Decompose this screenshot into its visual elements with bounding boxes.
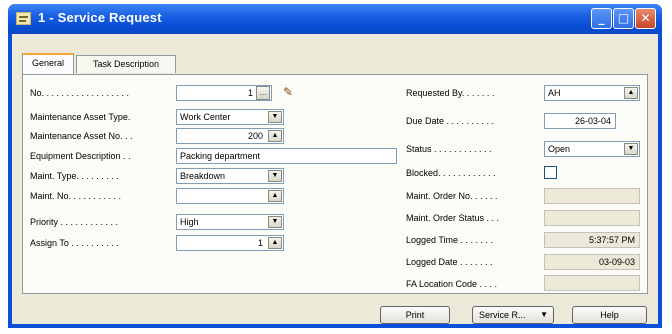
service-request-menu-button[interactable]: Service R... ▼ xyxy=(472,306,554,324)
minimize-button[interactable]: _ xyxy=(591,8,612,29)
lookup-arrow-icon[interactable]: ▲ xyxy=(268,130,282,142)
maint-type-label: Maint. Type. . . . . . . . . xyxy=(30,171,119,181)
form-icon xyxy=(16,12,31,25)
tab-general[interactable]: General xyxy=(22,53,74,74)
assign-to-field[interactable]: 1 ▲ xyxy=(176,235,284,251)
lookup-arrow-icon[interactable]: ▲ xyxy=(268,237,282,249)
maint-order-no-field xyxy=(544,188,640,204)
maintenance-asset-type-label: Maintenance Asset Type. xyxy=(30,112,131,122)
status-label: Status . . . . . . . . . . . . xyxy=(406,144,492,154)
maintenance-asset-no-field[interactable]: 200 ▲ xyxy=(176,128,284,144)
logged-date-field: 03-09-03 xyxy=(544,254,640,270)
logged-time-field: 5:37:57 PM xyxy=(544,232,640,248)
blocked-checkbox[interactable] xyxy=(544,166,557,179)
due-date-field[interactable]: 26-03-04 xyxy=(544,113,616,129)
maint-no-label: Maint. No. . . . . . . . . . . xyxy=(30,191,122,201)
blocked-label: Blocked. . . . . . . . . . . . xyxy=(406,168,496,178)
dropdown-arrow-icon[interactable]: ▼ xyxy=(624,143,638,155)
maint-order-status-field xyxy=(544,210,640,226)
pencil-icon[interactable]: ✎ xyxy=(281,85,295,99)
maintenance-asset-type-select[interactable]: Work Center ▼ xyxy=(176,109,284,125)
service-request-window: 1 - Service Request _ □ ✕ General Task D… xyxy=(8,4,662,328)
fa-location-code-label: FA Location Code . . . . xyxy=(406,279,498,289)
general-tab-panel: No. . . . . . . . . . . . . . . . . . 1 … xyxy=(22,74,648,294)
maint-order-no-label: Maint. Order No. . . . . . xyxy=(406,191,498,201)
lookup-arrow-icon[interactable]: ▲ xyxy=(268,190,282,202)
no-field[interactable]: 1 … xyxy=(176,85,272,101)
maximize-icon: □ xyxy=(617,11,630,25)
priority-select[interactable]: High ▼ xyxy=(176,214,284,230)
equipment-description-field[interactable]: Packing department xyxy=(176,148,397,164)
tab-task-description[interactable]: Task Description xyxy=(76,55,176,73)
no-label: No. . . . . . . . . . . . . . . . . . xyxy=(30,88,130,98)
assign-to-label: Assign To . . . . . . . . . . xyxy=(30,238,119,248)
dropdown-arrow-icon[interactable]: ▼ xyxy=(268,216,282,228)
close-icon: ✕ xyxy=(640,11,651,25)
maximize-button[interactable]: □ xyxy=(613,8,634,29)
equipment-description-label: Equipment Description . . xyxy=(30,151,131,161)
dropdown-arrow-icon[interactable]: ▼ xyxy=(268,111,282,123)
requested-by-field[interactable]: AH ▲ xyxy=(544,85,640,101)
assist-edit-icon[interactable]: … xyxy=(256,86,270,100)
maint-order-status-label: Maint. Order Status . . . xyxy=(406,213,500,223)
minimize-icon: _ xyxy=(598,11,605,25)
window-title: 1 - Service Request xyxy=(38,10,162,25)
maint-no-field[interactable]: ▲ xyxy=(176,188,284,204)
logged-time-label: Logged Time . . . . . . . xyxy=(406,235,494,245)
dropdown-arrow-icon: ▼ xyxy=(540,310,548,319)
due-date-label: Due Date . . . . . . . . . . xyxy=(406,116,495,126)
dropdown-arrow-icon[interactable]: ▼ xyxy=(268,170,282,182)
priority-label: Priority . . . . . . . . . . . . xyxy=(30,217,119,227)
close-button[interactable]: ✕ xyxy=(635,8,656,29)
maintenance-asset-no-label: Maintenance Asset No. . . xyxy=(30,131,133,141)
fa-location-code-field xyxy=(544,275,640,291)
title-bar[interactable]: 1 - Service Request _ □ ✕ xyxy=(8,4,662,34)
status-select[interactable]: Open ▼ xyxy=(544,141,640,157)
lookup-arrow-icon[interactable]: ▲ xyxy=(624,87,638,99)
print-button[interactable]: Print xyxy=(380,306,450,324)
form-client-area: General Task Description No. . . . . . .… xyxy=(12,34,658,324)
maint-type-select[interactable]: Breakdown ▼ xyxy=(176,168,284,184)
help-button[interactable]: Help xyxy=(572,306,647,324)
requested-by-label: Requested By. . . . . . . xyxy=(406,88,495,98)
logged-date-label: Logged Date . . . . . . . xyxy=(406,257,493,267)
